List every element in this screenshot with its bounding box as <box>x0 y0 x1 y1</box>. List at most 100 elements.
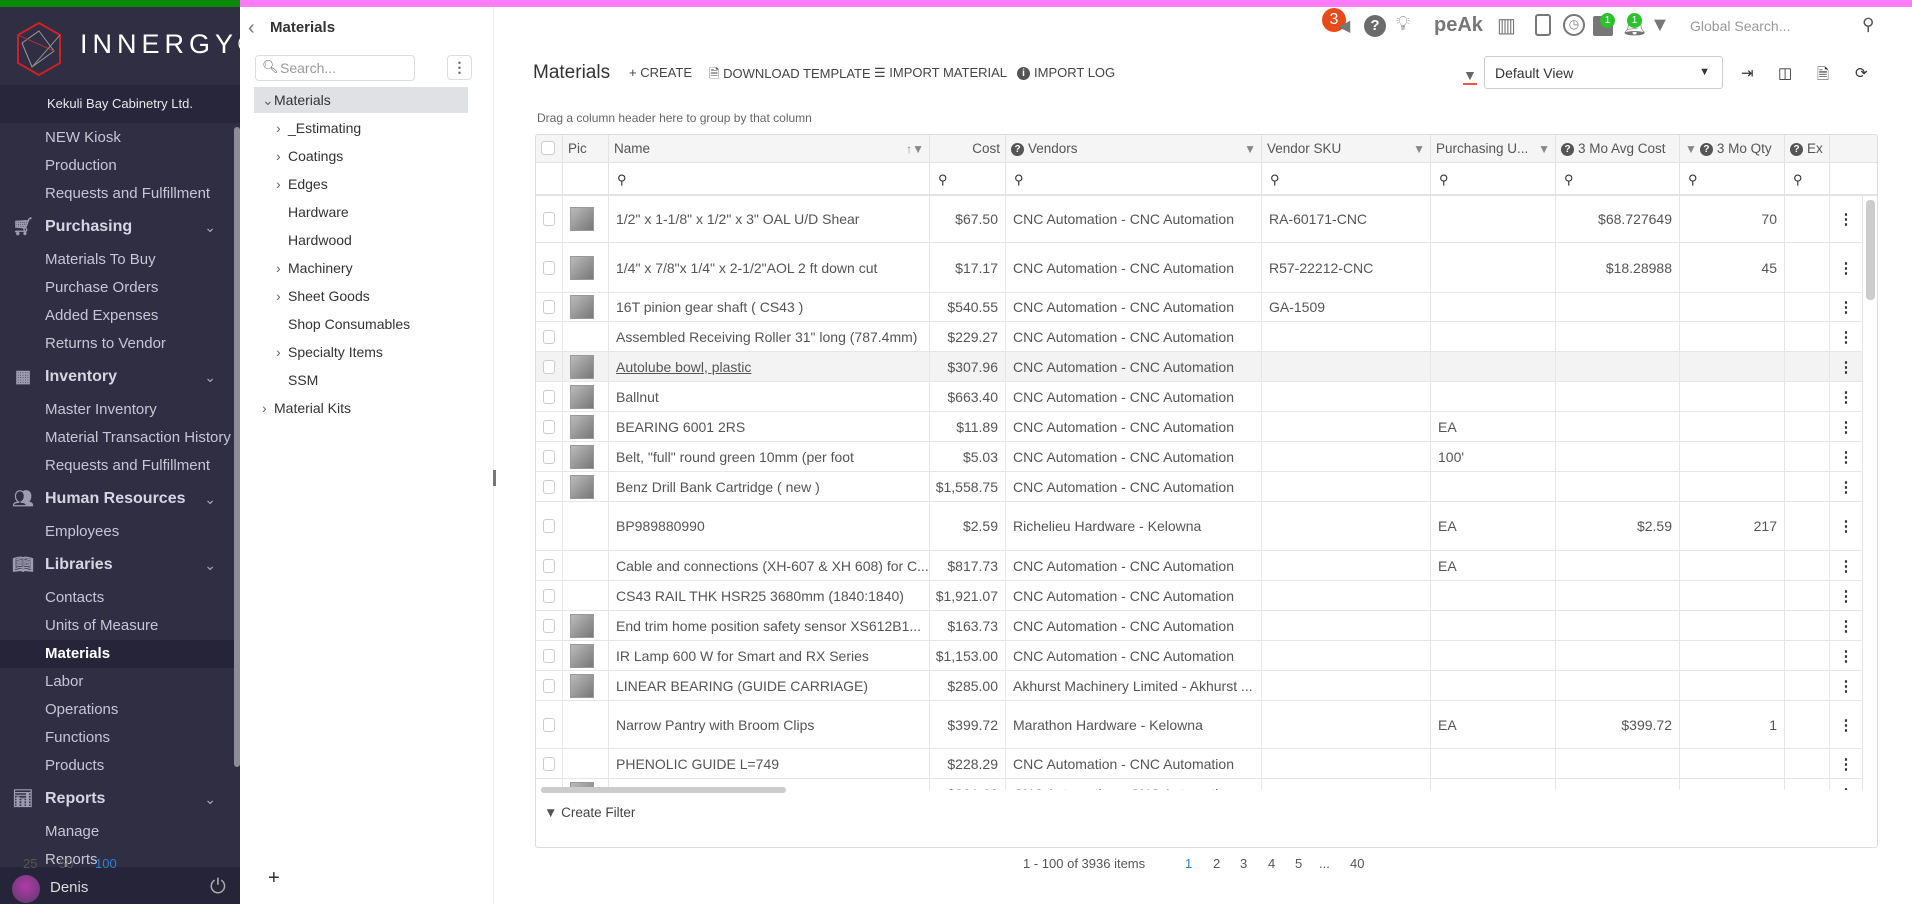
tree-item[interactable]: › Edges <box>276 170 328 198</box>
sidebar-item-returns-to-vendor[interactable]: Returns to Vendor <box>0 330 234 358</box>
filter-avg-search-icon[interactable]: ⚲ <box>1556 163 1680 194</box>
tree-item[interactable]: › _Estimating <box>276 114 361 142</box>
material-thumbnail[interactable] <box>570 295 594 319</box>
refresh-icon[interactable]: ⟳ <box>1855 64 1868 82</box>
row-checkbox[interactable] <box>543 558 555 573</box>
sidebar-item-labor[interactable]: Labor <box>0 668 234 696</box>
company-name[interactable]: Kekuli Bay Cabinetry Ltd. <box>0 85 240 123</box>
sidebar-item-purchase-orders[interactable]: Purchase Orders <box>0 274 234 302</box>
row-checkbox[interactable] <box>543 588 555 603</box>
name-cell[interactable]: 16T pinion gear shaft ( CS43 ) <box>609 293 930 321</box>
help-icon[interactable]: ? <box>1011 142 1024 156</box>
page-link[interactable]: 4 <box>1268 856 1275 871</box>
name-cell[interactable]: LINEAR BEARING (GUIDE CARRIAGE) <box>609 671 930 700</box>
sidebar-item-master-inventory[interactable]: Master Inventory <box>0 396 234 424</box>
row-checkbox-cell[interactable] <box>536 442 563 471</box>
chevron-right-icon[interactable]: › <box>276 282 288 310</box>
page-link[interactable]: 1 <box>1185 856 1192 871</box>
name-cell[interactable]: 1/2" x 1-1/8" x 1/2" x 3" OAL U/D Shear <box>609 196 930 242</box>
filter-icon[interactable]: ▼ <box>1244 135 1256 162</box>
material-thumbnail[interactable] <box>570 474 594 499</box>
table-row[interactable]: 1/2" x 1-1/8" x 1/2" x 3" OAL U/D Shear $… <box>536 196 1863 243</box>
select-all-checkbox[interactable] <box>536 135 563 162</box>
row-menu-button[interactable]: ⋮ <box>1830 779 1863 790</box>
row-checkbox-cell[interactable] <box>536 671 563 700</box>
sidebar-item-material-transaction-history[interactable]: Material Transaction History <box>0 424 234 452</box>
row-checkbox[interactable] <box>543 648 555 663</box>
column-header-vendors[interactable]: ? Vendors ▼ <box>1006 135 1262 162</box>
row-menu-button[interactable]: ⋮ <box>1830 641 1863 670</box>
name-cell[interactable]: End trim home position safety sensor XS6… <box>609 611 930 640</box>
row-checkbox[interactable] <box>543 519 555 533</box>
chevron-down-icon[interactable]: ⌄ <box>204 358 216 396</box>
row-menu-button[interactable]: ⋮ <box>1830 671 1863 700</box>
row-checkbox-cell[interactable] <box>536 502 563 550</box>
filter-vendors-search-icon[interactable]: ⚲ <box>1006 163 1262 194</box>
row-menu-button[interactable]: ⋮ <box>1830 551 1863 580</box>
group-by-hint[interactable]: Drag a column header here to group by th… <box>537 111 812 125</box>
sidebar-item-units-of-measure[interactable]: Units of Measure <box>0 612 234 640</box>
filter-icon[interactable]: ▼ <box>1685 142 1697 156</box>
chevron-down-icon[interactable]: ⌄ <box>204 208 216 246</box>
row-checkbox-cell[interactable] <box>536 701 563 748</box>
row-checkbox-cell[interactable] <box>536 749 563 778</box>
sidebar-item-contacts[interactable]: Contacts <box>0 584 234 612</box>
row-checkbox-cell[interactable] <box>536 412 563 441</box>
table-row[interactable]: 16T pinion gear shaft ( CS43 ) $540.55 CNC… <box>536 293 1863 322</box>
sidebar-item-production[interactable]: Production <box>0 152 234 180</box>
table-row[interactable]: Assembled Receiving Roller 31" long (787… <box>536 322 1863 352</box>
page-size-option[interactable]: 25 <box>23 856 37 871</box>
chevron-down-icon[interactable]: ⌄ <box>262 86 274 114</box>
tree-item[interactable]: › Specialty Items <box>276 338 383 366</box>
row-checkbox-cell[interactable] <box>536 581 563 610</box>
name-cell[interactable]: PHENOLIC GUIDE L=749 <box>609 749 930 778</box>
row-checkbox[interactable] <box>543 260 555 275</box>
sidebar-group-inventory[interactable]: ▦ Inventory ⌄ <box>0 358 234 396</box>
row-checkbox-cell[interactable] <box>536 352 563 381</box>
name-cell[interactable]: IR Lamp 600 W for Smart and RX Series <box>609 641 930 670</box>
user-name[interactable]: Denis <box>50 879 88 896</box>
import-icon[interactable]: ⇥ <box>1741 64 1754 82</box>
name-cell[interactable]: Belt, "full" round green 10mm (per foot <box>609 442 930 471</box>
page-size-option[interactable]: 100 <box>95 856 117 871</box>
chevron-right-icon[interactable]: › <box>276 114 288 142</box>
page-link[interactable]: 3 <box>1240 856 1247 871</box>
tree-item-material-kits[interactable]: › Material Kits <box>262 394 351 422</box>
row-menu-button[interactable]: ⋮ <box>1830 502 1863 550</box>
material-thumbnail[interactable] <box>570 354 594 379</box>
create-button[interactable]: + CREATE <box>629 65 692 80</box>
name-cell[interactable]: Narrow Pantry with Broom Clips <box>609 701 930 748</box>
material-thumbnail[interactable] <box>570 444 594 469</box>
row-menu-button[interactable]: ⋮ <box>1830 243 1863 292</box>
chevron-down-icon[interactable]: ⌄ <box>204 780 216 818</box>
page-link[interactable]: ... <box>1319 856 1330 871</box>
chevron-down-icon[interactable]: ⌄ <box>204 480 216 518</box>
tree-item[interactable]: › Machinery <box>276 254 353 282</box>
tree-item[interactable]: SSM <box>276 366 318 394</box>
row-menu-button[interactable]: ⋮ <box>1830 701 1863 748</box>
tree-more-button[interactable]: ⋮ <box>447 55 472 80</box>
chevron-right-icon[interactable]: › <box>276 142 288 170</box>
sidebar-group-reports[interactable]: 📊︎ Reports ⌄ <box>0 780 234 818</box>
grid-horizontal-scrollbar[interactable] <box>541 787 786 793</box>
name-cell[interactable]: BP989880990 <box>609 502 930 550</box>
page-link[interactable]: 40 <box>1350 856 1364 871</box>
add-category-button[interactable]: + <box>268 867 280 890</box>
chevron-down-icon[interactable]: ⌄ <box>204 546 216 584</box>
sidebar-item-functions[interactable]: Functions <box>0 724 234 752</box>
row-checkbox[interactable] <box>543 389 555 404</box>
sidebar-item-manage[interactable]: Manage <box>0 818 234 846</box>
table-row[interactable]: IR Lamp 600 W for Smart and RX Series $1,… <box>536 641 1863 671</box>
help-icon[interactable]: ? <box>1699 142 1713 156</box>
help-icon[interactable]: ? <box>1561 142 1574 156</box>
name-cell[interactable]: 1/4" x 7/8"x 1/4" x 2-1/2"AOL 2 ft down … <box>609 243 930 292</box>
column-header-purchasing-unit[interactable]: Purchasing U... ▼ <box>1431 135 1556 162</box>
filter-name-search-icon[interactable]: ⚲ <box>609 163 930 194</box>
sidebar-item-materials[interactable]: Materials <box>0 640 234 668</box>
row-checkbox[interactable] <box>543 329 555 344</box>
sidebar-item-new-kiosk[interactable]: NEW Kiosk <box>0 124 234 152</box>
row-checkbox[interactable] <box>543 300 555 314</box>
name-cell[interactable]: BEARING 6001 2RS <box>609 412 930 441</box>
column-header-3mo-avg-cost[interactable]: ? 3 Mo Avg Cost <box>1556 135 1680 162</box>
table-row[interactable]: End trim home position safety sensor XS6… <box>536 611 1863 641</box>
